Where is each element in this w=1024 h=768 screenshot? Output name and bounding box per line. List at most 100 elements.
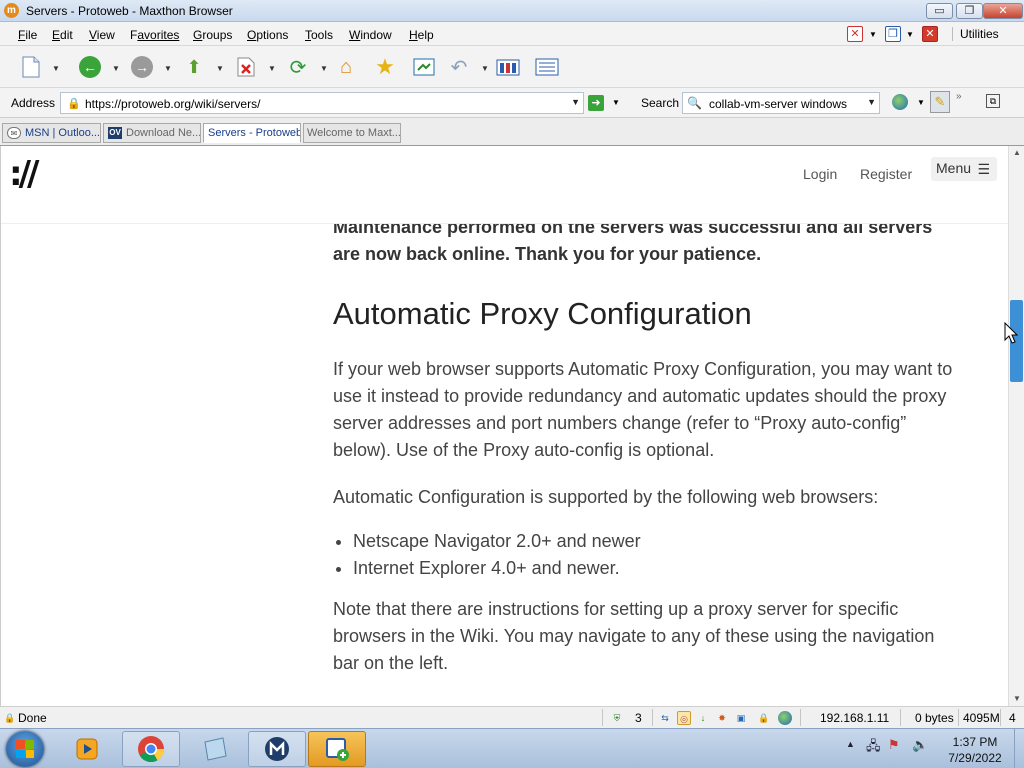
taskbar-clock[interactable]: 1:37 PM 7/29/2022	[940, 734, 1010, 766]
menu-options[interactable]: Options	[247, 28, 288, 42]
up-level-icon[interactable]: ⬆	[181, 54, 207, 80]
login-link[interactable]: Login	[803, 166, 837, 182]
popup-blocker-icon[interactable]: ◎	[677, 711, 691, 725]
menu-favorites[interactable]: Favorites	[130, 28, 179, 42]
globe-icon[interactable]	[778, 711, 792, 725]
search-dropdown-icon[interactable]: ▼	[867, 97, 876, 107]
sidebar-toggle-icon[interactable]	[411, 54, 437, 80]
paragraph-wiki-note: Note that there are instructions for set…	[333, 599, 935, 673]
tab-welcome[interactable]: Welcome to Maxt...	[303, 123, 401, 143]
menu-tools[interactable]: Tools	[305, 28, 333, 42]
close-tab-dropdown-icon[interactable]: ▼	[869, 30, 877, 39]
close-tab-icon[interactable]: ✕	[847, 26, 863, 42]
restore-tab-icon[interactable]: ❐	[885, 26, 901, 42]
go-dropdown-icon[interactable]: ▼	[612, 98, 620, 107]
mouse-cursor-icon	[1004, 321, 1019, 349]
media-player-task[interactable]	[58, 731, 116, 767]
show-hidden-icons-icon[interactable]: ▲	[846, 739, 855, 749]
back-icon[interactable]: ←	[77, 54, 103, 80]
show-desktop-button[interactable]	[1014, 729, 1024, 768]
minimize-button[interactable]: ▭	[926, 3, 953, 19]
up-dropdown-icon[interactable]: ▼	[216, 64, 224, 73]
tiles-icon[interactable]	[496, 54, 522, 80]
menu-view[interactable]: View	[89, 28, 115, 42]
list-item: Internet Explorer 4.0+ and newer.	[353, 555, 963, 582]
undo-dropdown-icon[interactable]: ▼	[481, 64, 489, 73]
site-menu-label: Menu	[936, 160, 972, 176]
menu-help[interactable]: Help	[409, 28, 434, 42]
stop-icon[interactable]	[233, 54, 259, 80]
memory-usage: 4095M	[963, 711, 1000, 725]
scroll-down-icon[interactable]: ▼	[1009, 692, 1024, 706]
maxthon-app-icon: m	[4, 3, 19, 18]
menu-bar: File Edit View Favorites Groups Options …	[0, 22, 1024, 46]
address-bar-row: Address 🔒 https://protoweb.org/wiki/serv…	[0, 88, 1024, 118]
toolbar-overflow-icon[interactable]: »	[956, 91, 962, 102]
menu-edit[interactable]: Edit	[52, 28, 73, 42]
highlight-icon[interactable]: ✎	[930, 91, 950, 113]
tab-msn[interactable]: ✉ MSN | Outloo...	[2, 123, 101, 143]
tab-bar: ✉ MSN | Outloo... OV Download Ne... Serv…	[0, 118, 1024, 146]
screenshot-icon[interactable]: ▣	[734, 711, 748, 725]
notes-task[interactable]	[186, 731, 244, 767]
refresh-icon[interactable]: ⟳	[285, 54, 311, 80]
hamburger-icon: ☰	[977, 161, 990, 177]
stop-dropdown-icon[interactable]: ▼	[268, 64, 276, 73]
network-icon[interactable]: 🖧	[866, 737, 881, 759]
maxthon-task[interactable]	[248, 731, 306, 767]
clock-time: 1:37 PM	[952, 735, 998, 749]
tab-servers[interactable]: Servers - Protoweb	[203, 123, 301, 143]
bytes-counter: 0 bytes	[915, 711, 954, 725]
close-window-button[interactable]: ✕	[983, 3, 1023, 19]
new-tab-dropdown-icon[interactable]: ▼	[52, 64, 60, 73]
address-url[interactable]: https://protoweb.org/wiki/servers/	[85, 97, 260, 111]
maximize-button[interactable]: ❐	[956, 3, 983, 19]
page-status-icon: 🔒	[4, 713, 16, 723]
favorites-star-icon[interactable]: ★	[372, 54, 398, 80]
browser-list: Netscape Navigator 2.0+ and newer Intern…	[353, 528, 963, 582]
restore-dropdown-icon[interactable]: ▼	[906, 30, 914, 39]
volume-icon[interactable]: 🔈	[912, 737, 928, 753]
forward-dropdown-icon[interactable]: ▼	[164, 64, 172, 73]
paragraph-proxy-intro: If your web browser supports Automatic P…	[333, 359, 953, 460]
adblock-icon[interactable]: ⛨	[610, 711, 624, 725]
search-engine-dropdown-icon[interactable]: ▼	[917, 98, 925, 107]
tab-download[interactable]: OV Download Ne...	[103, 123, 201, 143]
protoweb-logo[interactable]: ://	[9, 154, 40, 194]
site-menu-button[interactable]: Menu ☰	[931, 157, 997, 181]
address-input[interactable]: 🔒 https://protoweb.org/wiki/servers/ ▼	[60, 92, 584, 114]
paragraph-supported-browsers: Automatic Configuration is supported by …	[333, 487, 879, 507]
menu-window[interactable]: Window	[349, 28, 392, 42]
panel-icon[interactable]: ⧉	[986, 94, 1000, 108]
action-center-icon[interactable]: ⚑	[888, 737, 900, 753]
register-link[interactable]: Register	[860, 166, 912, 182]
search-icon: 🔍	[687, 96, 702, 110]
address-dropdown-icon[interactable]: ▼	[571, 97, 580, 107]
page-list-icon[interactable]	[534, 54, 560, 80]
chrome-task[interactable]	[122, 731, 180, 767]
refresh-dropdown-icon[interactable]: ▼	[320, 64, 328, 73]
lock-icon: 🔒	[67, 98, 81, 110]
close-all-icon[interactable]: ✕	[922, 26, 938, 42]
forward-icon[interactable]: →	[129, 54, 155, 80]
start-button[interactable]	[6, 731, 44, 767]
new-tab-icon[interactable]	[18, 54, 44, 80]
sync-icon[interactable]: ⇆	[658, 711, 672, 725]
scroll-up-icon[interactable]: ▲	[1009, 146, 1024, 160]
search-input[interactable]: 🔍 collab-vm-server windows ▼	[682, 92, 880, 114]
back-dropdown-icon[interactable]: ▼	[112, 64, 120, 73]
undo-icon[interactable]: ↶	[446, 54, 472, 80]
active-browser-task[interactable]	[308, 731, 366, 767]
utilities-menu[interactable]: Utilities	[952, 27, 999, 41]
search-engine-icon[interactable]	[892, 94, 908, 110]
home-icon[interactable]: ⌂	[333, 54, 359, 80]
menu-file[interactable]: File	[18, 28, 37, 42]
vertical-scrollbar[interactable]: ▲ ▼	[1008, 146, 1024, 706]
menu-groups[interactable]: Groups	[193, 28, 232, 42]
address-label: Address	[11, 96, 56, 110]
flash-icon[interactable]: ✸	[715, 711, 729, 725]
security-lock-icon[interactable]: 🔒	[757, 711, 771, 725]
download-icon[interactable]: ↓	[696, 711, 710, 725]
go-icon[interactable]: ➜	[588, 95, 604, 111]
search-query[interactable]: collab-vm-server windows	[709, 97, 847, 111]
